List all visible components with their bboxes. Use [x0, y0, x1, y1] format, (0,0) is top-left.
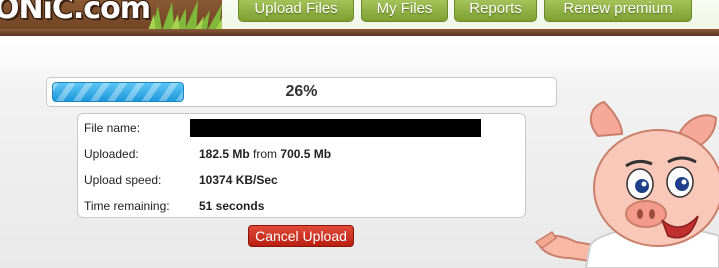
nav-reports[interactable]: Reports	[454, 0, 537, 22]
file-name-redacted	[190, 119, 481, 137]
uploaded-label: Uploaded:	[84, 147, 139, 161]
upload-speed-label: Upload speed:	[84, 173, 162, 187]
file-name-label: File name:	[84, 121, 141, 135]
upload-speed-value: 10374 KB/Sec	[199, 173, 278, 187]
progress-percent: 26%	[285, 83, 318, 100]
time-remaining-label: Time remaining:	[84, 199, 170, 213]
upload-info-panel: File name: Uploaded: 182.5 Mb from 700.5…	[77, 113, 526, 218]
time-remaining-text: 51 seconds	[199, 199, 265, 213]
nav-upload-files[interactable]: Upload Files	[238, 0, 354, 22]
upload-speed-text: 10374 KB/Sec	[199, 173, 278, 187]
uploaded-value: 182.5 Mb from 700.5 Mb	[199, 147, 331, 161]
header-divider	[0, 29, 719, 36]
uploaded-total: 700.5 Mb	[280, 147, 332, 161]
nav-renew-premium[interactable]: Renew premium	[544, 0, 692, 22]
cancel-upload-button[interactable]: Cancel Upload	[248, 225, 354, 247]
nav-my-files[interactable]: My Files	[361, 0, 448, 22]
pig-mascot-icon	[534, 100, 719, 268]
logo-text: ONiC.com	[0, 0, 151, 26]
uploaded-done: 182.5 Mb	[199, 147, 250, 161]
time-remaining-value: 51 seconds	[199, 199, 264, 213]
uploaded-from: from	[253, 147, 278, 161]
upload-progress-bar: 26%	[46, 77, 557, 107]
